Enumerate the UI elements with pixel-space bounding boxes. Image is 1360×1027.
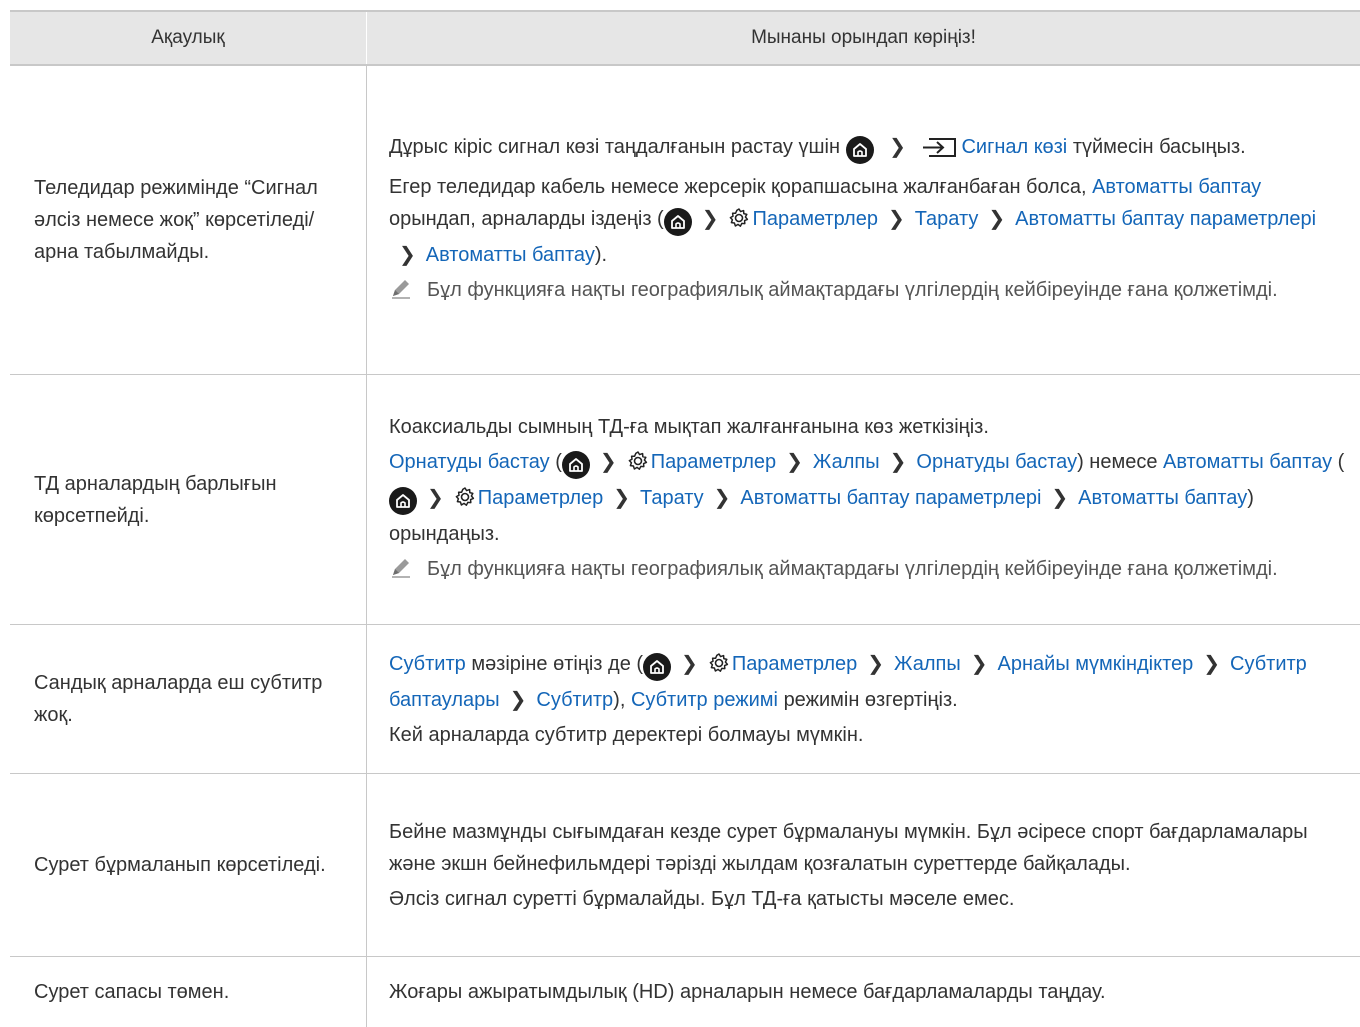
solution-paragraph: Бейне мазмұнды сығымдаған кезде сурет бұ… [389,820,1308,875]
link-settings[interactable]: Параметрлер [651,451,776,473]
chevron-right-icon: ❯ [427,486,444,509]
gear-icon [454,486,476,518]
note: Бұл функцияға нақты географиялық аймақта… [389,274,1350,310]
text: мәзіріне өтіңіз де ( [471,652,644,675]
problem-cell: Сандық арналарда еш субтитр жоқ. [34,672,323,726]
chevron-right-icon: ❯ [889,135,906,158]
link-start-setup[interactable]: Орнатуды бастау [916,451,1077,473]
solution-cell: Бейне мазмұнды сығымдаған кезде сурет бұ… [366,774,1360,956]
solution-paragraph: Әлсіз сигнал суретті бұрмалайды. Бұл ТД-… [389,887,1015,910]
chevron-right-icon: ❯ [701,207,719,230]
note-text: Бұл функцияға нақты географиялық аймақта… [427,557,1278,580]
source-icon [921,136,957,168]
link-accessibility[interactable]: Арнайы мүмкіндіктер [998,653,1194,675]
link-auto-tune-settings[interactable]: Автоматты баптау параметрлері [1015,208,1316,230]
note: Бұл функцияға нақты географиялық аймақта… [389,553,1350,589]
link-auto-tune[interactable]: Автоматты баптау [1163,451,1332,473]
chevron-right-icon: ❯ [509,688,527,711]
link-general[interactable]: Жалпы [894,653,961,675]
gear-icon [627,450,649,482]
chevron-right-icon: ❯ [713,486,731,509]
note-text: Бұл функцияға нақты географиялық аймақта… [427,278,1278,301]
text: ( [1337,450,1345,473]
table-header: Ақаулық Мынаны орындап көріңіз! [10,10,1360,66]
text: Дұрыс кіріс сигнал көзі таңдалғанын раст… [389,135,840,158]
link-general[interactable]: Жалпы [813,451,880,473]
link-auto-tune[interactable]: Автоматты баптау [1078,487,1247,509]
solution-paragraph: Коаксиальды сымның ТД-ға мықтап жалғанға… [389,415,989,438]
text: режимін өзгертіңіз. [783,688,958,711]
text: орындап, арналарды іздеңіз ( [389,207,664,230]
chevron-right-icon: ❯ [399,243,416,266]
solution-paragraph: Егер теледидар кабель немесе жерсерік қо… [389,171,1350,271]
problem-cell: Теледидар режимінде “Сигнал әлсіз немесе… [34,177,318,263]
chevron-right-icon: ❯ [867,652,885,675]
link-subtitle[interactable]: Субтитр [389,653,466,675]
header-problem: Ақаулық [151,27,225,48]
link-settings[interactable]: Параметрлер [732,653,857,675]
home-icon [643,652,672,681]
header-solution: Мынаны орындап көріңіз! [366,12,1360,64]
text: ) немесе [1077,450,1158,473]
home-icon [389,486,417,515]
solution-cell: Субтитр мәзіріне өтіңіз де ( ❯ Параметрл… [366,625,1360,773]
text: ), [613,688,626,711]
chevron-right-icon: ❯ [1051,486,1069,509]
chevron-right-icon: ❯ [1203,652,1221,675]
text: Егер теледидар кабель немесе жерсерік қо… [389,175,1087,198]
solution-paragraph: Субтитр мәзіріне өтіңіз де ( ❯ Параметрл… [389,648,1350,716]
text: ( [555,450,562,473]
chevron-right-icon: ❯ [681,652,698,675]
solution-paragraph: Орнатуды бастау ( ❯ Параметрлер ❯ Жалпы ❯ Ор… [389,446,1350,550]
chevron-right-icon: ❯ [887,207,905,230]
link-start-setup[interactable]: Орнатуды бастау [389,451,550,473]
troubleshooting-table: Ақаулық Мынаны орындап көріңіз! Теледида… [10,10,1360,1027]
home-icon [561,450,590,479]
link-auto-tune[interactable]: Автоматты баптау [1092,176,1261,198]
text: ). [594,243,608,266]
solution-cell: Дұрыс кіріс сигнал көзі таңдалғанын раст… [366,66,1360,374]
chevron-right-icon: ❯ [970,652,988,675]
pencil-icon [389,274,427,310]
chevron-right-icon: ❯ [599,450,617,473]
solution-paragraph: Дұрыс кіріс сигнал көзі таңдалғанын раст… [389,131,1350,168]
chevron-right-icon: ❯ [786,450,803,473]
problem-cell: Сурет бұрмаланып көрсетіледі. [34,854,326,876]
link-subtitle-mode[interactable]: Субтитр режимі [631,689,778,711]
text: түймесін басыңыз. [1072,135,1246,158]
solution-cell: Коаксиальды сымның ТД-ға мықтап жалғанға… [366,375,1360,624]
table-row: ТД арналардың барлығын көрсетпейді. Коак… [10,375,1360,625]
link-settings[interactable]: Параметрлер [478,487,603,509]
link-auto-tune-settings[interactable]: Автоматты баптау параметрлері [740,487,1041,509]
solution-paragraph: Кей арналарда субтитр деректері болмауы … [389,723,864,746]
gear-icon [708,652,730,684]
table-row: Теледидар режимінде “Сигнал әлсіз немесе… [10,66,1360,375]
chevron-right-icon: ❯ [988,207,1006,230]
chevron-right-icon: ❯ [613,486,630,509]
chevron-right-icon: ❯ [889,450,907,473]
link-source[interactable]: Сигнал көзі [961,136,1067,158]
link-settings[interactable]: Параметрлер [752,208,877,230]
link-broadcast[interactable]: Тарату [915,208,979,230]
gear-icon [728,207,750,239]
table-row: Сандық арналарда еш субтитр жоқ. Субтитр… [10,625,1360,774]
link-broadcast[interactable]: Тарату [640,487,704,509]
pencil-icon [389,553,427,589]
home-icon [663,207,692,236]
problem-cell: ТД арналардың барлығын көрсетпейді. [34,472,277,527]
home-icon [845,135,874,164]
link-auto-tune[interactable]: Автоматты баптау [426,244,595,266]
link-subtitle[interactable]: Субтитр [536,689,613,711]
table-row: Сурет бұрмаланып көрсетіледі. Бейне мазм… [10,774,1360,957]
solution-paragraph: Жоғары ажыратымдылық (HD) арналарын неме… [389,981,1106,1003]
